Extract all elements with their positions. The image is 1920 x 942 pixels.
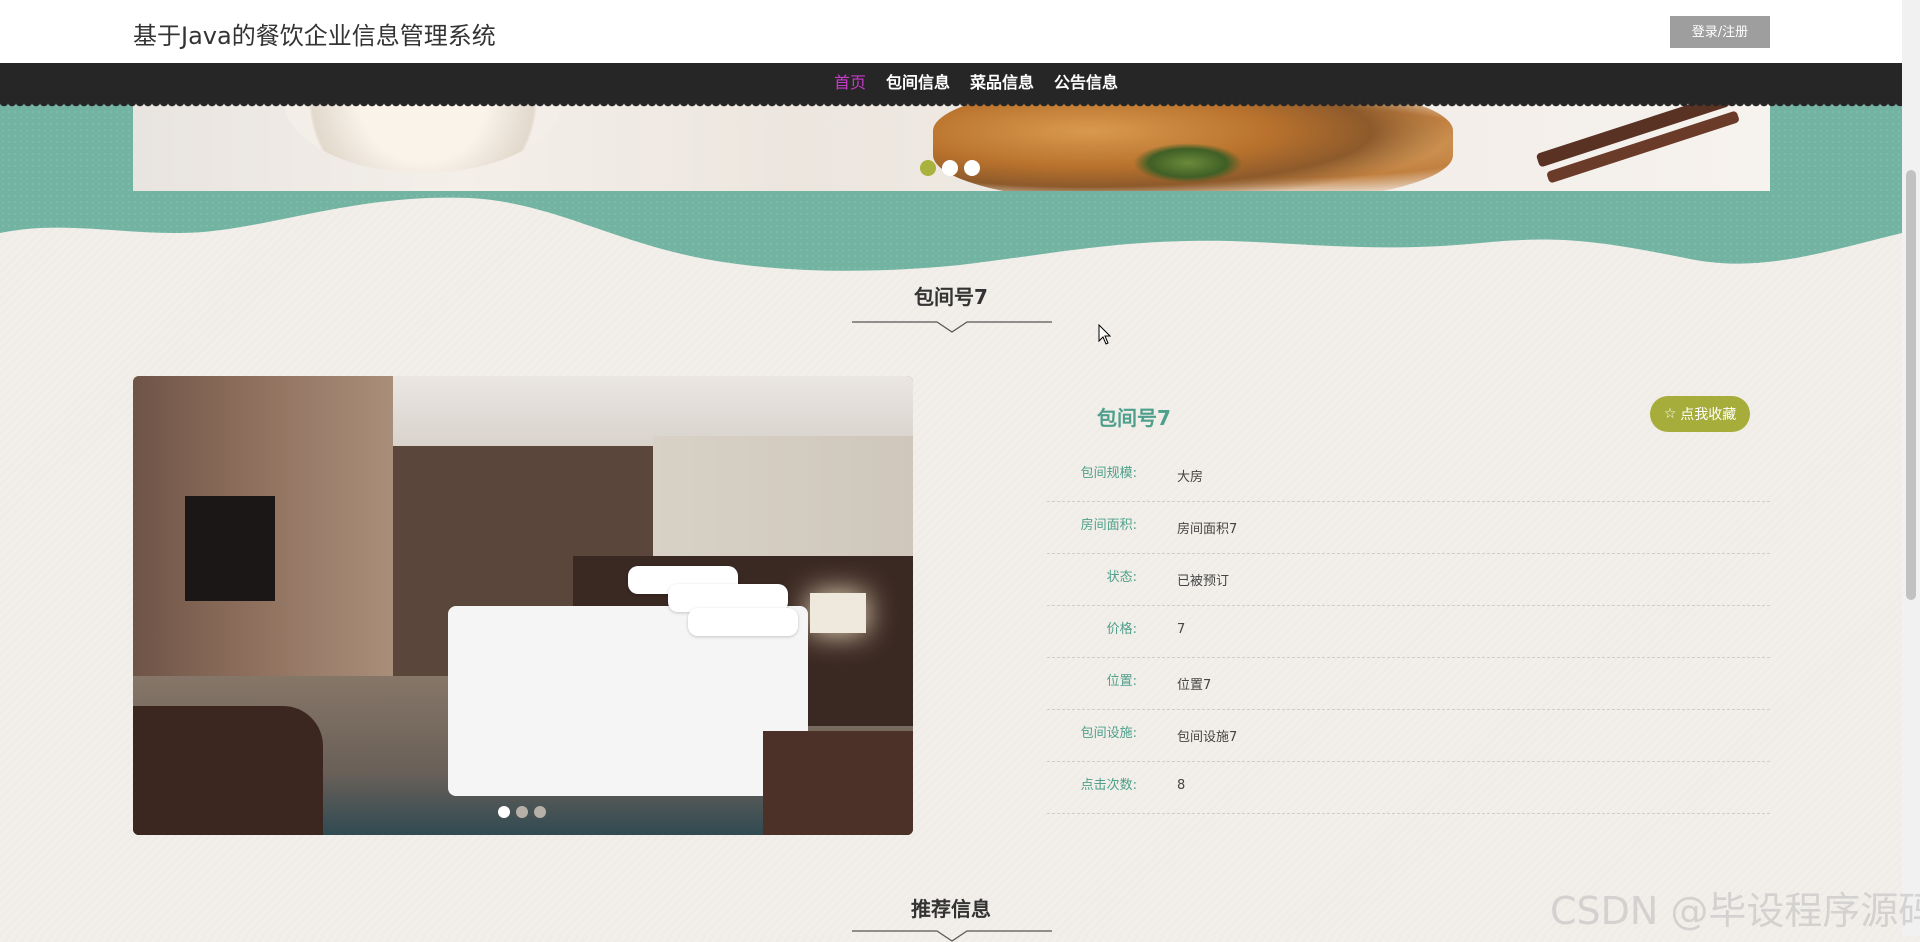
tv-shape [185,496,275,601]
detail-row-area: 房间面积: 房间面积7 [1047,502,1770,554]
desk-shape [133,706,323,835]
detail-label: 点击次数: [1080,778,1137,793]
login-register-button[interactable]: 登录/注册 [1670,16,1770,48]
detail-row-scale: 包间规模: 大房 [1047,450,1770,502]
banner-dot-2[interactable] [942,160,958,176]
nav-item-home[interactable]: 首页 [824,63,876,103]
plate-shape [283,103,563,173]
detail-label: 房间面积: [1080,518,1137,533]
detail-row-price: 价格: 7 [1047,606,1770,658]
banner-dot-1[interactable] [920,160,936,176]
favorite-button[interactable]: ☆ 点我收藏 [1650,396,1750,432]
detail-row-clicks: 点击次数: 8 [1047,762,1770,814]
detail-value: 已被预订 [1177,574,1230,589]
top-header: 基于Java的餐饮企业信息管理系统 登录/注册 [0,0,1902,63]
section-title: 包间号7 [914,285,988,309]
detail-value: 包间设施7 [1177,730,1238,745]
detail-value: 房间面积7 [1177,522,1238,537]
gallery-dot-1[interactable] [498,806,510,818]
garnish-shape [1133,143,1243,183]
nav-item-rooms[interactable]: 包间信息 [876,63,960,103]
gallery-dot-2[interactable] [516,806,528,818]
star-outline-icon: ☆ [1663,406,1677,422]
chopsticks-shape [1535,103,1731,168]
nav-item-notices[interactable]: 公告信息 [1044,63,1128,103]
favorite-button-label: 点我收藏 [1680,407,1737,423]
lamp-shape [810,593,866,633]
room-name-title: 包间号7 [1097,406,1171,430]
detail-row-status: 状态: 已被预订 [1047,554,1770,606]
room-detail-list: 包间规模: 大房 房间面积: 房间面积7 状态: 已被预订 价格: 7 位置: … [1047,450,1770,814]
detail-value: 位置7 [1177,678,1212,693]
detail-label: 状态: [1106,570,1137,585]
detail-label: 位置: [1106,674,1137,689]
banner-pagination [920,160,980,176]
scrollbar-thumb[interactable] [1906,170,1916,600]
detail-label: 包间设施: [1080,726,1137,741]
mouse-cursor-icon [1098,324,1112,345]
room-image-carousel[interactable] [133,376,913,835]
pillow-shape [688,608,798,636]
banner-image[interactable] [133,103,1770,191]
banner-dot-3[interactable] [964,160,980,176]
recommend-title-divider [852,930,1052,942]
nav-item-dishes[interactable]: 菜品信息 [960,63,1044,103]
site-title: 基于Java的餐饮企业信息管理系统 [133,22,496,50]
detail-row-location: 位置: 位置7 [1047,658,1770,710]
detail-value: 大房 [1177,470,1204,485]
nightstand-shape [763,731,913,835]
csdn-watermark: CSDN @毕设程序源码 [1550,889,1920,933]
detail-label: 包间规模: [1080,466,1137,481]
main-nav: 首页 包间信息 菜品信息 公告信息 [0,63,1902,108]
detail-row-facilities: 包间设施: 包间设施7 [1047,710,1770,762]
section-title-divider [852,321,1052,333]
detail-value: 8 [1177,778,1186,793]
gallery-dot-3[interactable] [534,806,546,818]
page-scrollbar[interactable] [1902,0,1920,936]
detail-label: 价格: [1106,622,1137,637]
detail-value: 7 [1177,622,1186,637]
bed-shape [448,566,808,796]
gallery-pagination [498,806,546,818]
